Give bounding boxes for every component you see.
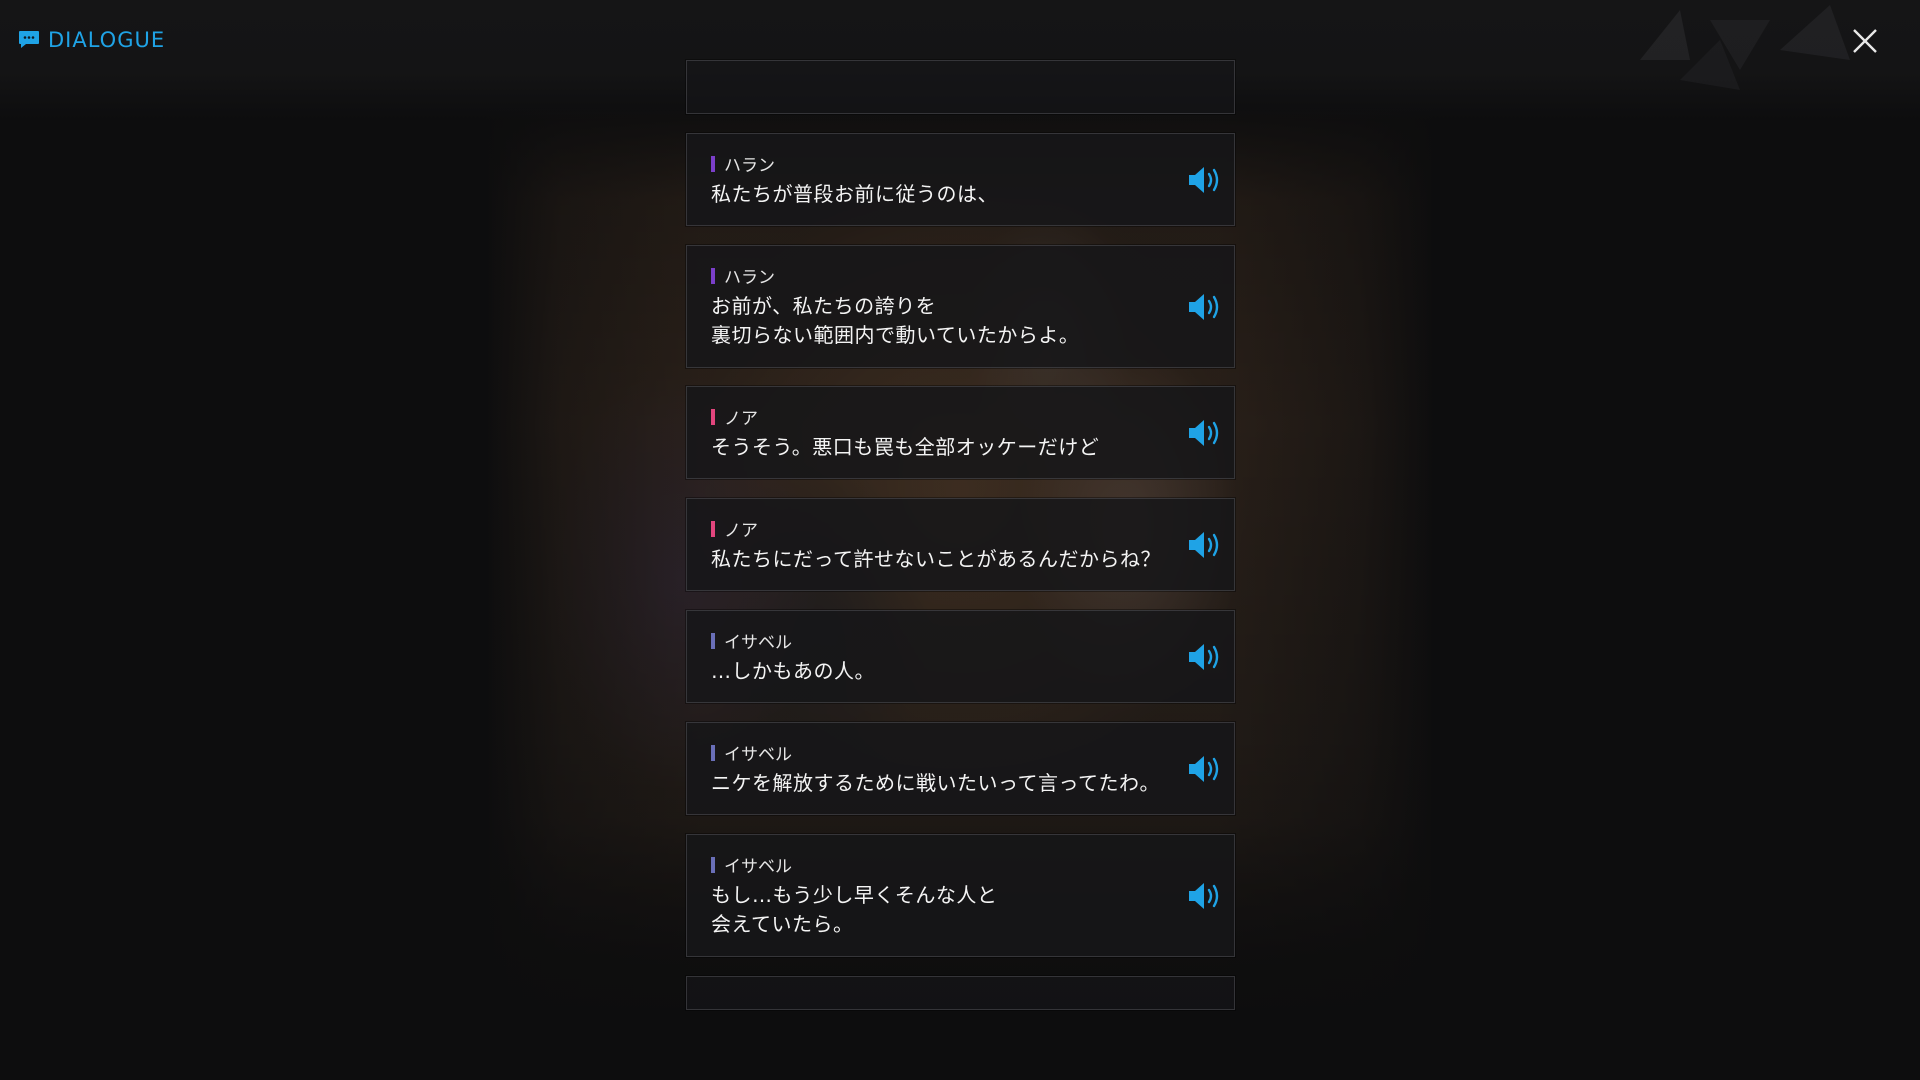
chat-bubble-icon	[19, 31, 39, 48]
close-icon[interactable]	[1848, 24, 1882, 58]
speaker-label: イサベル	[711, 852, 792, 877]
speaker-label: ノア	[711, 404, 758, 429]
speaker-color-bar	[711, 155, 715, 172]
header-title-group: DIALOGUE	[18, 28, 165, 52]
speaker-label: ハラン	[711, 263, 775, 288]
decorative-triangles-icon	[1640, 5, 1850, 90]
dialogue-entry: イサベル もし…もう少し早くそんな人と 会えていたら。	[686, 834, 1235, 957]
speaker-color-bar	[711, 408, 715, 425]
speaker-label: イサベル	[711, 628, 792, 653]
speaker-name: イサベル	[724, 633, 792, 653]
dialogue-text: 私たちにだって許せないことがあるんだからね？	[711, 547, 1161, 571]
speaker-name: ノア	[724, 521, 758, 541]
speaker-volume-icon[interactable]	[1186, 754, 1222, 784]
dialogue-text: そうそう。悪口も罠も全部オッケーだけど	[711, 435, 1100, 459]
speaker-label: ノア	[711, 516, 758, 541]
speaker-volume-icon[interactable]	[1186, 642, 1222, 672]
speaker-color-bar	[711, 632, 715, 649]
dialogue-text: 私たちが普段お前に従うのは、	[711, 182, 998, 206]
speaker-volume-icon[interactable]	[1186, 292, 1222, 322]
speaker-name: イサベル	[724, 857, 792, 877]
dialogue-entry: ハラン お前が、私たちの誇りを 裏切らない範囲内で動いていたからよ。	[686, 245, 1235, 368]
speaker-name: イサベル	[724, 745, 792, 765]
dialogue-log-screen: DIALOGUE ハラン 私たちが普段お前に従うのは、 ハラン お前が、私たちの…	[0, 0, 1920, 1080]
speaker-volume-icon[interactable]	[1186, 165, 1222, 195]
dialogue-entry: ノア そうそう。悪口も罠も全部オッケーだけど	[686, 386, 1235, 479]
speaker-color-bar	[711, 856, 715, 873]
dialogue-entry-partial-top	[686, 60, 1235, 114]
dialogue-text: お前が、私たちの誇りを 裏切らない範囲内で動いていたからよ。	[711, 294, 1080, 347]
speaker-label: イサベル	[711, 740, 792, 765]
dialogue-text: もし…もう少し早くそんな人と 会えていたら。	[711, 883, 998, 936]
speaker-name: ノア	[724, 409, 758, 429]
dialogue-entry: ノア 私たちにだって許せないことがあるんだからね？	[686, 498, 1235, 591]
speaker-color-bar	[711, 520, 715, 537]
speaker-color-bar	[711, 267, 715, 284]
dialogue-entry-partial-bottom	[686, 976, 1235, 1010]
speaker-color-bar	[711, 744, 715, 761]
dialogue-entry: イサベル ニケを解放するために戦いたいって言ってたわ。	[686, 722, 1235, 815]
speaker-volume-icon[interactable]	[1186, 418, 1222, 448]
speaker-name: ハラン	[724, 268, 775, 288]
speaker-volume-icon[interactable]	[1186, 530, 1222, 560]
speaker-name: ハラン	[724, 156, 775, 176]
dialogue-entry: ハラン 私たちが普段お前に従うのは、	[686, 133, 1235, 226]
speaker-label: ハラン	[711, 151, 775, 176]
dialogue-text: ニケを解放するために戦いたいって言ってたわ。	[711, 771, 1160, 795]
dialogue-entry: イサベル …しかもあの人。	[686, 610, 1235, 703]
speaker-volume-icon[interactable]	[1186, 881, 1222, 911]
page-title: DIALOGUE	[48, 28, 166, 52]
dialogue-text: …しかもあの人。	[711, 659, 875, 683]
